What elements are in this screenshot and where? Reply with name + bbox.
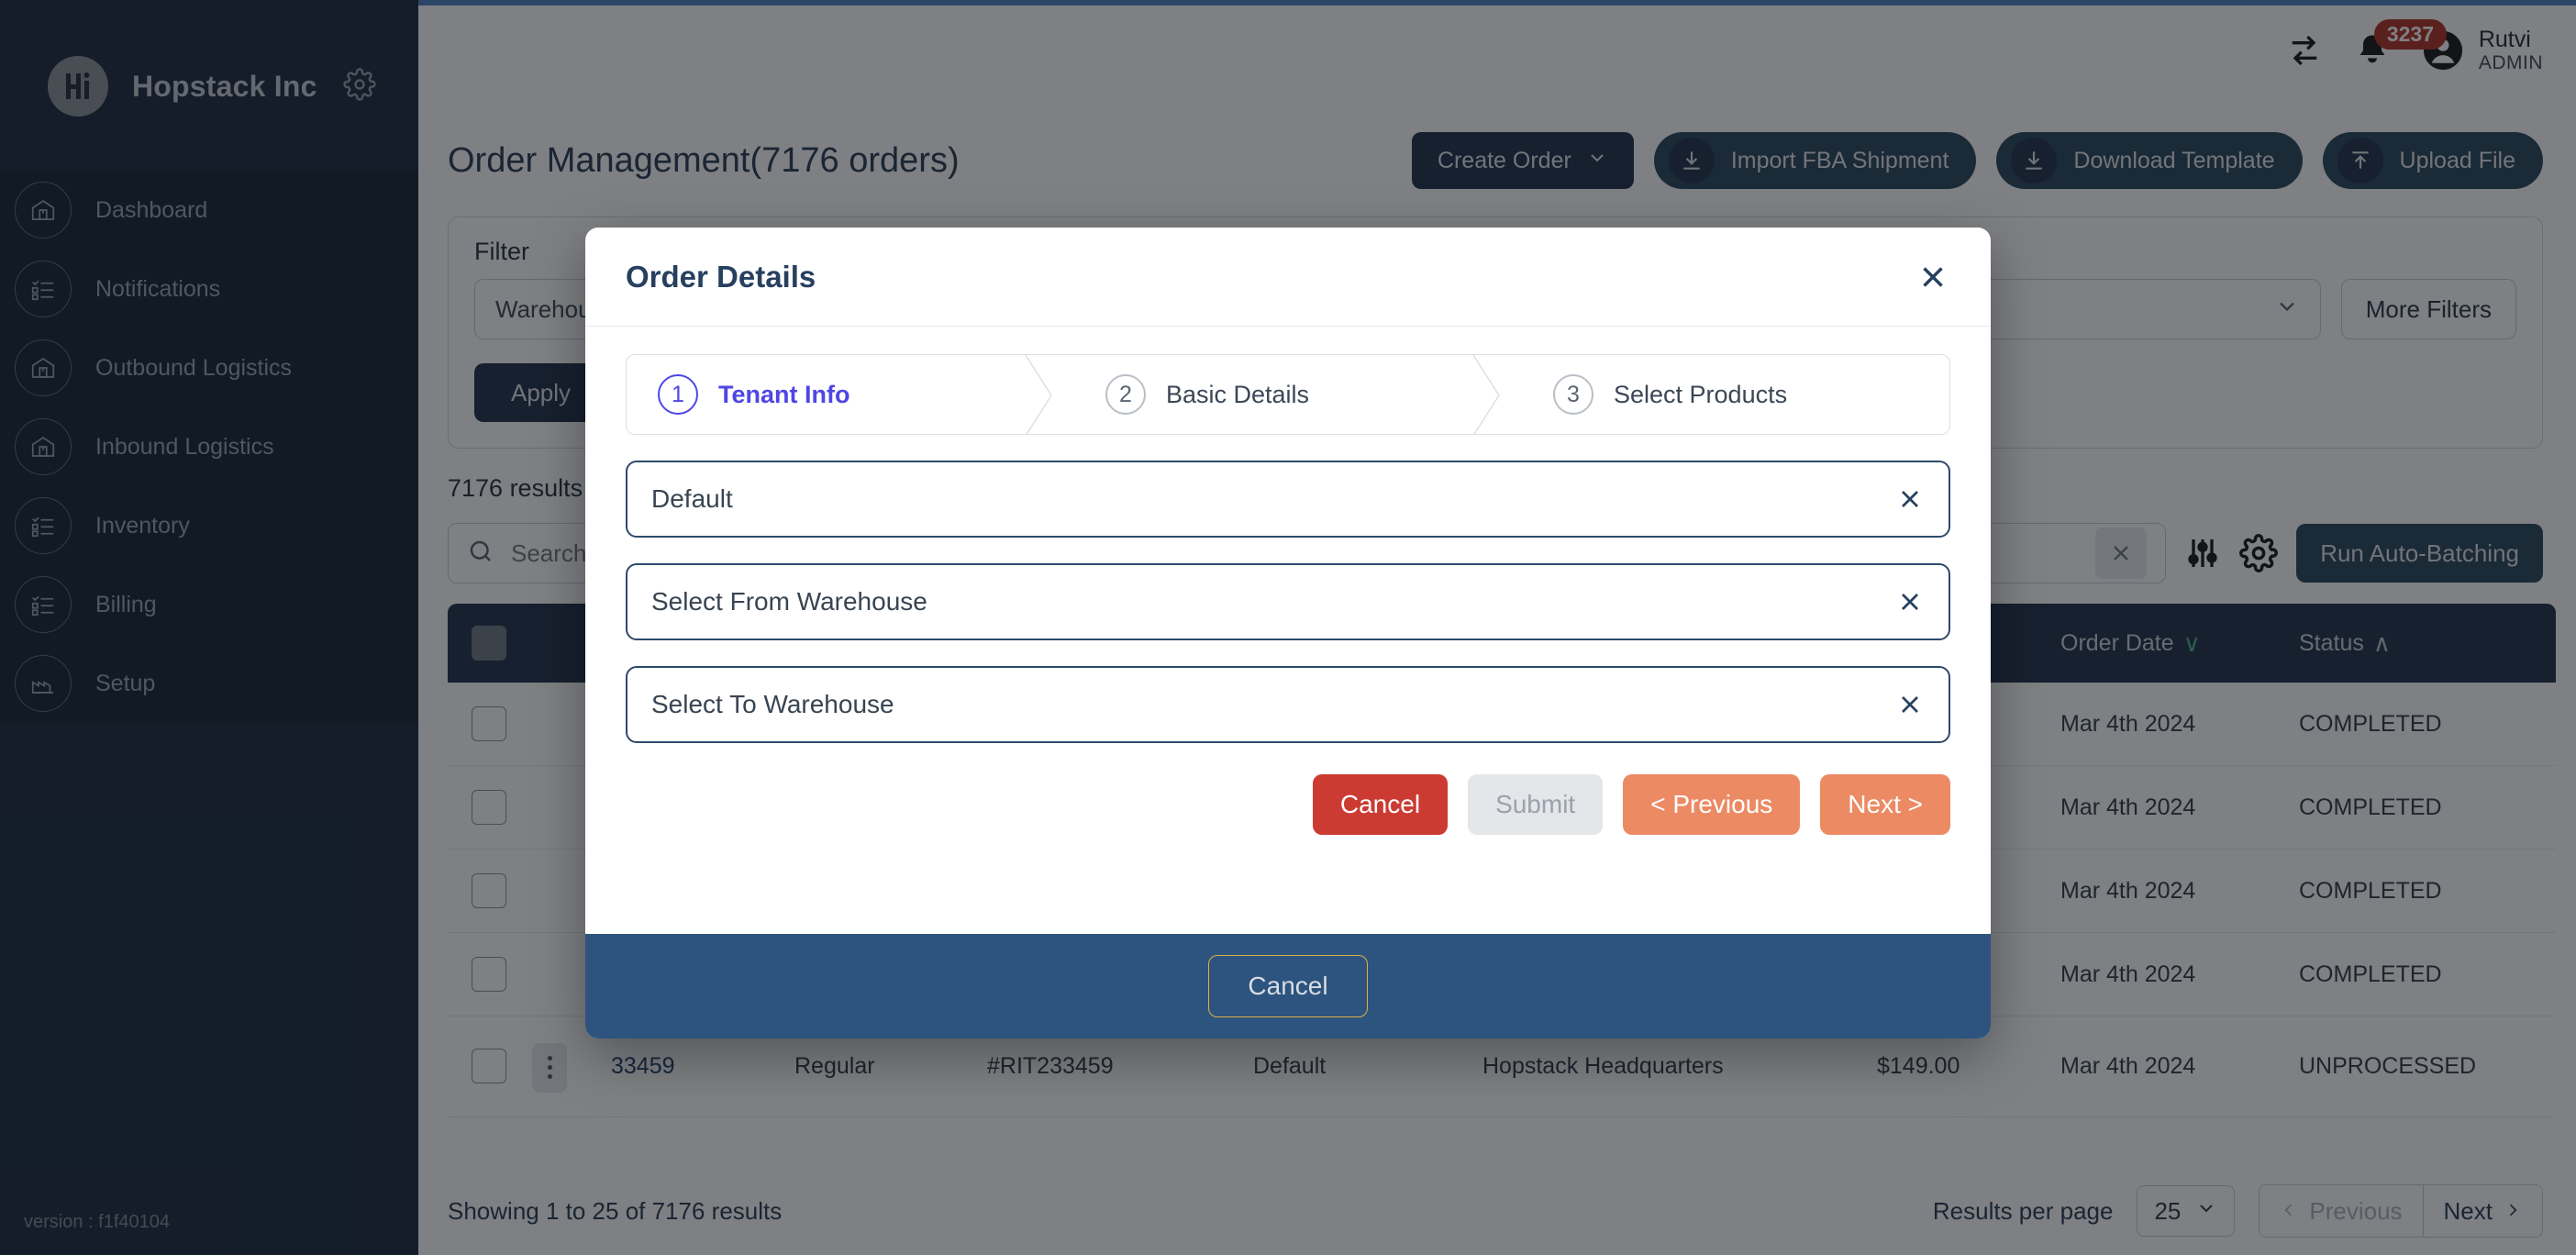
clear-icon[interactable] — [1895, 690, 1925, 719]
close-icon[interactable] — [1915, 260, 1950, 294]
from-warehouse-select[interactable]: Select From Warehouse — [626, 563, 1950, 640]
step-label: Tenant Info — [718, 381, 849, 409]
to-warehouse-value: Select To Warehouse — [651, 690, 1895, 719]
tenant-select-value: Default — [651, 484, 1895, 514]
modal-cancel-button[interactable]: Cancel — [1313, 774, 1448, 835]
step-select-products[interactable]: 3 Select Products — [1502, 355, 1949, 434]
step-number: 2 — [1105, 374, 1146, 415]
order-details-modal: Order Details 1 Tenant Info 2 Basic Deta… — [585, 228, 1991, 1038]
modal-body: 1 Tenant Info 2 Basic Details 3 Select P… — [585, 327, 1991, 743]
modal-actions: Cancel Submit < Previous Next > — [585, 743, 1991, 835]
modal-next-button[interactable]: Next > — [1820, 774, 1950, 835]
from-warehouse-value: Select From Warehouse — [651, 587, 1895, 616]
step-number: 1 — [658, 374, 698, 415]
modal-footer-bar: Cancel — [585, 934, 1991, 1038]
step-label: Select Products — [1614, 381, 1787, 409]
clear-icon[interactable] — [1895, 587, 1925, 616]
modal-submit-button[interactable]: Submit — [1468, 774, 1603, 835]
step-tenant-info[interactable]: 1 Tenant Info — [627, 355, 1054, 434]
wizard-stepper: 1 Tenant Info 2 Basic Details 3 Select P… — [626, 354, 1950, 435]
step-label: Basic Details — [1166, 381, 1309, 409]
step-separator-icon — [1022, 355, 1055, 434]
to-warehouse-select[interactable]: Select To Warehouse — [626, 666, 1950, 743]
step-basic-details[interactable]: 2 Basic Details — [1054, 355, 1502, 434]
step-number: 3 — [1553, 374, 1593, 415]
modal-previous-button[interactable]: < Previous — [1623, 774, 1800, 835]
modal-title: Order Details — [626, 260, 816, 294]
tenant-select[interactable]: Default — [626, 461, 1950, 538]
modal-header: Order Details — [585, 228, 1991, 327]
clear-icon[interactable] — [1895, 484, 1925, 514]
footer-cancel-button[interactable]: Cancel — [1208, 955, 1367, 1017]
step-separator-icon — [1470, 355, 1503, 434]
